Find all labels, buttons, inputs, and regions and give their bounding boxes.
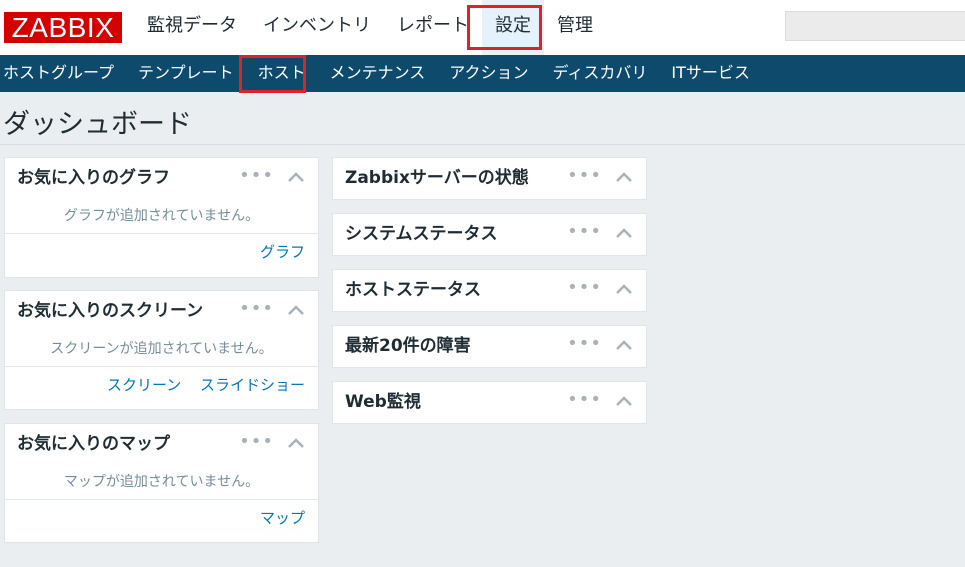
widget-system-status: システムステータス ••• — [332, 213, 647, 256]
widget-footer: スクリーン スライドショー — [5, 367, 318, 399]
widget-title: ホストステータス — [345, 280, 481, 300]
link-maps[interactable]: マップ — [260, 509, 305, 527]
widget-header: 最新20件の障害 ••• — [333, 326, 646, 366]
widget-header: Web監視 ••• — [333, 382, 646, 422]
chevron-up-icon[interactable] — [614, 226, 634, 240]
widget-menu-icon[interactable]: ••• — [239, 299, 274, 319]
link-slideshows[interactable]: スライドショー — [200, 376, 305, 394]
widget-favourite-maps: お気に入りのマップ ••• マップが追加されていません。 マップ — [4, 423, 319, 543]
subnav-templates[interactable]: テンプレート — [126, 55, 246, 92]
widget-menu-icon[interactable]: ••• — [567, 222, 602, 242]
widget-empty-text: マップが追加されていません。 — [5, 464, 318, 500]
chevron-up-icon[interactable] — [286, 170, 306, 184]
widget-host-status: ホストステータス ••• — [332, 269, 647, 312]
subnav-maintenance[interactable]: メンテナンス — [318, 55, 438, 92]
subnav-it-services[interactable]: ITサービス — [659, 55, 762, 92]
widget-title: Web監視 — [345, 392, 421, 412]
link-screens[interactable]: スクリーン — [107, 376, 181, 394]
chevron-up-icon[interactable] — [286, 436, 306, 450]
widget-menu-icon[interactable]: ••• — [567, 390, 602, 410]
widget-title: お気に入りのマップ — [17, 434, 170, 454]
widget-header: お気に入りのマップ ••• — [5, 424, 318, 464]
widget-footer: マップ — [5, 500, 318, 532]
chevron-up-icon[interactable] — [286, 303, 306, 317]
widget-menu-icon[interactable]: ••• — [239, 166, 274, 186]
widget-empty-text: グラフが追加されていません。 — [5, 198, 318, 234]
zabbix-logo[interactable]: ZABBIX — [4, 12, 122, 43]
widget-title: 最新20件の障害 — [345, 336, 471, 356]
sub-nav: ホストグループ テンプレート ホスト メンテナンス アクション ディスカバリ I… — [0, 55, 965, 92]
widget-title: Zabbixサーバーの状態 — [345, 168, 529, 188]
link-graphs[interactable]: グラフ — [260, 243, 305, 261]
chevron-up-icon[interactable] — [614, 282, 634, 296]
widget-menu-icon[interactable]: ••• — [567, 334, 602, 354]
subnav-discovery[interactable]: ディスカバリ — [540, 55, 659, 92]
widget-menu-icon[interactable]: ••• — [239, 432, 274, 452]
subnav-actions[interactable]: アクション — [437, 55, 540, 92]
menu-administration[interactable]: 管理 — [544, 0, 606, 55]
top-header: ZABBIX 監視データ インベントリ レポート 設定 管理 — [0, 0, 965, 55]
subnav-host-groups[interactable]: ホストグループ — [0, 55, 126, 92]
widget-header: Zabbixサーバーの状態 ••• — [333, 158, 646, 198]
widget-empty-text: スクリーンが追加されていません。 — [5, 331, 318, 367]
title-divider — [0, 144, 965, 145]
menu-monitoring[interactable]: 監視データ — [134, 0, 250, 55]
widget-web-monitoring: Web監視 ••• — [332, 381, 647, 424]
menu-reports[interactable]: レポート — [384, 0, 482, 55]
subnav-hosts[interactable]: ホスト — [246, 55, 318, 92]
search-input[interactable] — [785, 11, 965, 41]
widget-footer: グラフ — [5, 234, 318, 266]
widget-title: お気に入りのスクリーン — [17, 301, 204, 321]
widget-favourite-graphs: お気に入りのグラフ ••• グラフが追加されていません。 グラフ — [4, 157, 319, 278]
widget-header: ホストステータス ••• — [333, 270, 646, 310]
widget-zabbix-server-status: Zabbixサーバーの状態 ••• — [332, 157, 647, 200]
widget-header: お気に入りのグラフ ••• — [5, 158, 318, 198]
widget-title: お気に入りのグラフ — [17, 168, 170, 188]
widget-last-20-issues: 最新20件の障害 ••• — [332, 325, 647, 368]
menu-configuration[interactable]: 設定 — [482, 0, 544, 55]
page-title: ダッシュボード — [3, 109, 192, 140]
menu-inventory[interactable]: インベントリ — [250, 0, 384, 55]
widget-header: お気に入りのスクリーン ••• — [5, 291, 318, 331]
widget-header: システムステータス ••• — [333, 214, 646, 254]
widget-menu-icon[interactable]: ••• — [567, 166, 602, 186]
chevron-up-icon[interactable] — [614, 338, 634, 352]
main-menu: 監視データ インベントリ レポート 設定 管理 — [134, 0, 606, 55]
widget-favourite-screens: お気に入りのスクリーン ••• スクリーンが追加されていません。 スクリーン ス… — [4, 290, 319, 410]
chevron-up-icon[interactable] — [614, 394, 634, 408]
chevron-up-icon[interactable] — [614, 170, 634, 184]
widget-title: システムステータス — [345, 224, 498, 244]
widget-menu-icon[interactable]: ••• — [567, 278, 602, 298]
